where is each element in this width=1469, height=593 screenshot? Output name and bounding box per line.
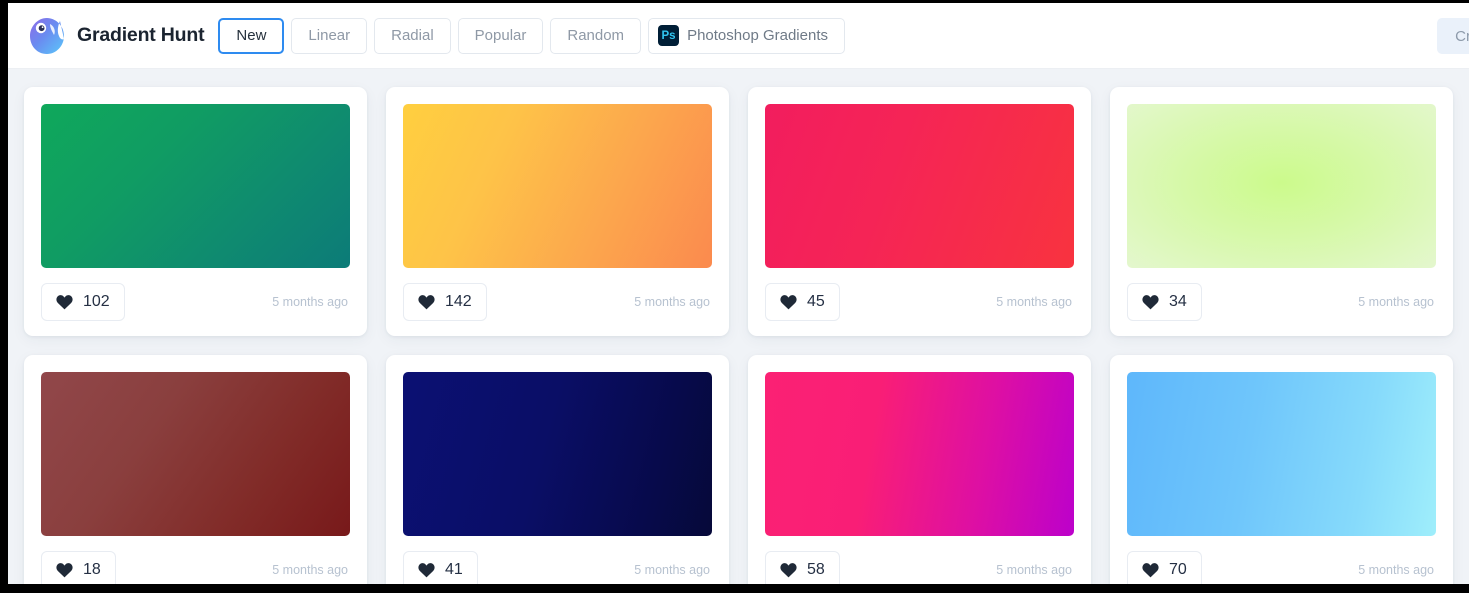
like-button[interactable]: 102 — [41, 283, 125, 321]
nav-tab-radial-label: Radial — [391, 27, 434, 44]
gradient-card[interactable]: 45 5 months ago — [748, 87, 1091, 336]
heart-icon — [780, 562, 797, 578]
card-footer: 142 5 months ago — [403, 283, 712, 321]
gradient-card[interactable]: 41 5 months ago — [386, 355, 729, 584]
nav-tab-radial[interactable]: Radial — [374, 17, 451, 54]
gradient-card[interactable]: 102 5 months ago — [24, 87, 367, 336]
nav-tab-linear-label: Linear — [308, 27, 351, 44]
gradient-swatch[interactable] — [1127, 104, 1436, 268]
brand-name: Gradient Hunt — [77, 24, 205, 46]
like-button[interactable]: 41 — [403, 551, 478, 584]
timestamp: 5 months ago — [1358, 563, 1434, 577]
like-count: 34 — [1169, 293, 1187, 310]
gradient-card[interactable]: 142 5 months ago — [386, 87, 729, 336]
like-button[interactable]: 45 — [765, 283, 840, 321]
create-button[interactable]: Cr — [1437, 18, 1469, 54]
gradient-card[interactable]: 70 5 months ago — [1110, 355, 1453, 584]
card-footer: 45 5 months ago — [765, 283, 1074, 321]
main-nav: New Linear Radial Popular Random Ps Phot… — [218, 17, 845, 54]
heart-icon — [418, 294, 435, 310]
gradient-swatch[interactable] — [41, 104, 350, 268]
gradient-swatch[interactable] — [403, 104, 712, 268]
timestamp: 5 months ago — [272, 295, 348, 309]
gradient-swatch[interactable] — [403, 372, 712, 536]
timestamp: 5 months ago — [996, 563, 1072, 577]
like-count: 41 — [445, 561, 463, 578]
gradient-swatch[interactable] — [1127, 372, 1436, 536]
nav-tab-new-label: New — [236, 27, 267, 44]
gradient-card[interactable]: 18 5 months ago — [24, 355, 367, 584]
nav-tab-popular[interactable]: Popular — [457, 17, 544, 54]
like-count: 142 — [445, 293, 472, 310]
heart-icon — [780, 294, 797, 310]
like-button[interactable]: 70 — [1127, 551, 1202, 584]
nav-tab-photoshop-gradients-label: Photoshop Gradients — [687, 27, 828, 44]
site-header: Gradient Hunt New Linear Radial Popular … — [8, 3, 1469, 69]
nav-tab-new[interactable]: New — [218, 17, 285, 54]
gradient-swatch[interactable] — [765, 104, 1074, 268]
heart-icon — [1142, 562, 1159, 578]
gradient-hunt-page: Gradient Hunt New Linear Radial Popular … — [8, 3, 1469, 584]
gradient-swatch[interactable] — [41, 372, 350, 536]
photoshop-badge-icon: Ps — [658, 25, 680, 46]
gradient-gallery: 102 5 months ago 142 5 months ago 45 5 m… — [8, 69, 1469, 584]
timestamp: 5 months ago — [1358, 295, 1434, 309]
nav-tab-random[interactable]: Random — [550, 17, 642, 54]
card-footer: 58 5 months ago — [765, 551, 1074, 584]
like-button[interactable]: 34 — [1127, 283, 1202, 321]
card-footer: 18 5 months ago — [41, 551, 350, 584]
nav-tab-linear[interactable]: Linear — [291, 17, 368, 54]
header-right: Cr — [1437, 18, 1469, 54]
timestamp: 5 months ago — [634, 295, 710, 309]
card-footer: 34 5 months ago — [1127, 283, 1436, 321]
heart-icon — [1142, 294, 1159, 310]
timestamp: 5 months ago — [996, 295, 1072, 309]
heart-icon — [56, 294, 73, 310]
like-button[interactable]: 58 — [765, 551, 840, 584]
like-button[interactable]: 142 — [403, 283, 487, 321]
card-footer: 70 5 months ago — [1127, 551, 1436, 584]
timestamp: 5 months ago — [272, 563, 348, 577]
like-button[interactable]: 18 — [41, 551, 116, 584]
card-footer: 41 5 months ago — [403, 551, 712, 584]
nav-tab-photoshop-gradients[interactable]: Ps Photoshop Gradients — [648, 17, 845, 54]
like-count: 58 — [807, 561, 825, 578]
gradient-swatch[interactable] — [765, 372, 1074, 536]
gradient-hunt-bird-logo-icon — [26, 15, 68, 57]
nav-tab-popular-label: Popular — [474, 27, 527, 44]
gradient-card[interactable]: 34 5 months ago — [1110, 87, 1453, 336]
heart-icon — [56, 562, 73, 578]
nav-tab-random-label: Random — [567, 27, 625, 44]
gradient-grid: 102 5 months ago 142 5 months ago 45 5 m… — [24, 87, 1453, 584]
like-count: 70 — [1169, 561, 1187, 578]
card-footer: 102 5 months ago — [41, 283, 350, 321]
like-count: 18 — [83, 561, 101, 578]
like-count: 45 — [807, 293, 825, 310]
heart-icon — [418, 562, 435, 578]
timestamp: 5 months ago — [634, 563, 710, 577]
gradient-card[interactable]: 58 5 months ago — [748, 355, 1091, 584]
screen-frame: Gradient Hunt New Linear Radial Popular … — [0, 0, 1469, 593]
like-count: 102 — [83, 293, 110, 310]
brand[interactable]: Gradient Hunt — [26, 15, 205, 57]
